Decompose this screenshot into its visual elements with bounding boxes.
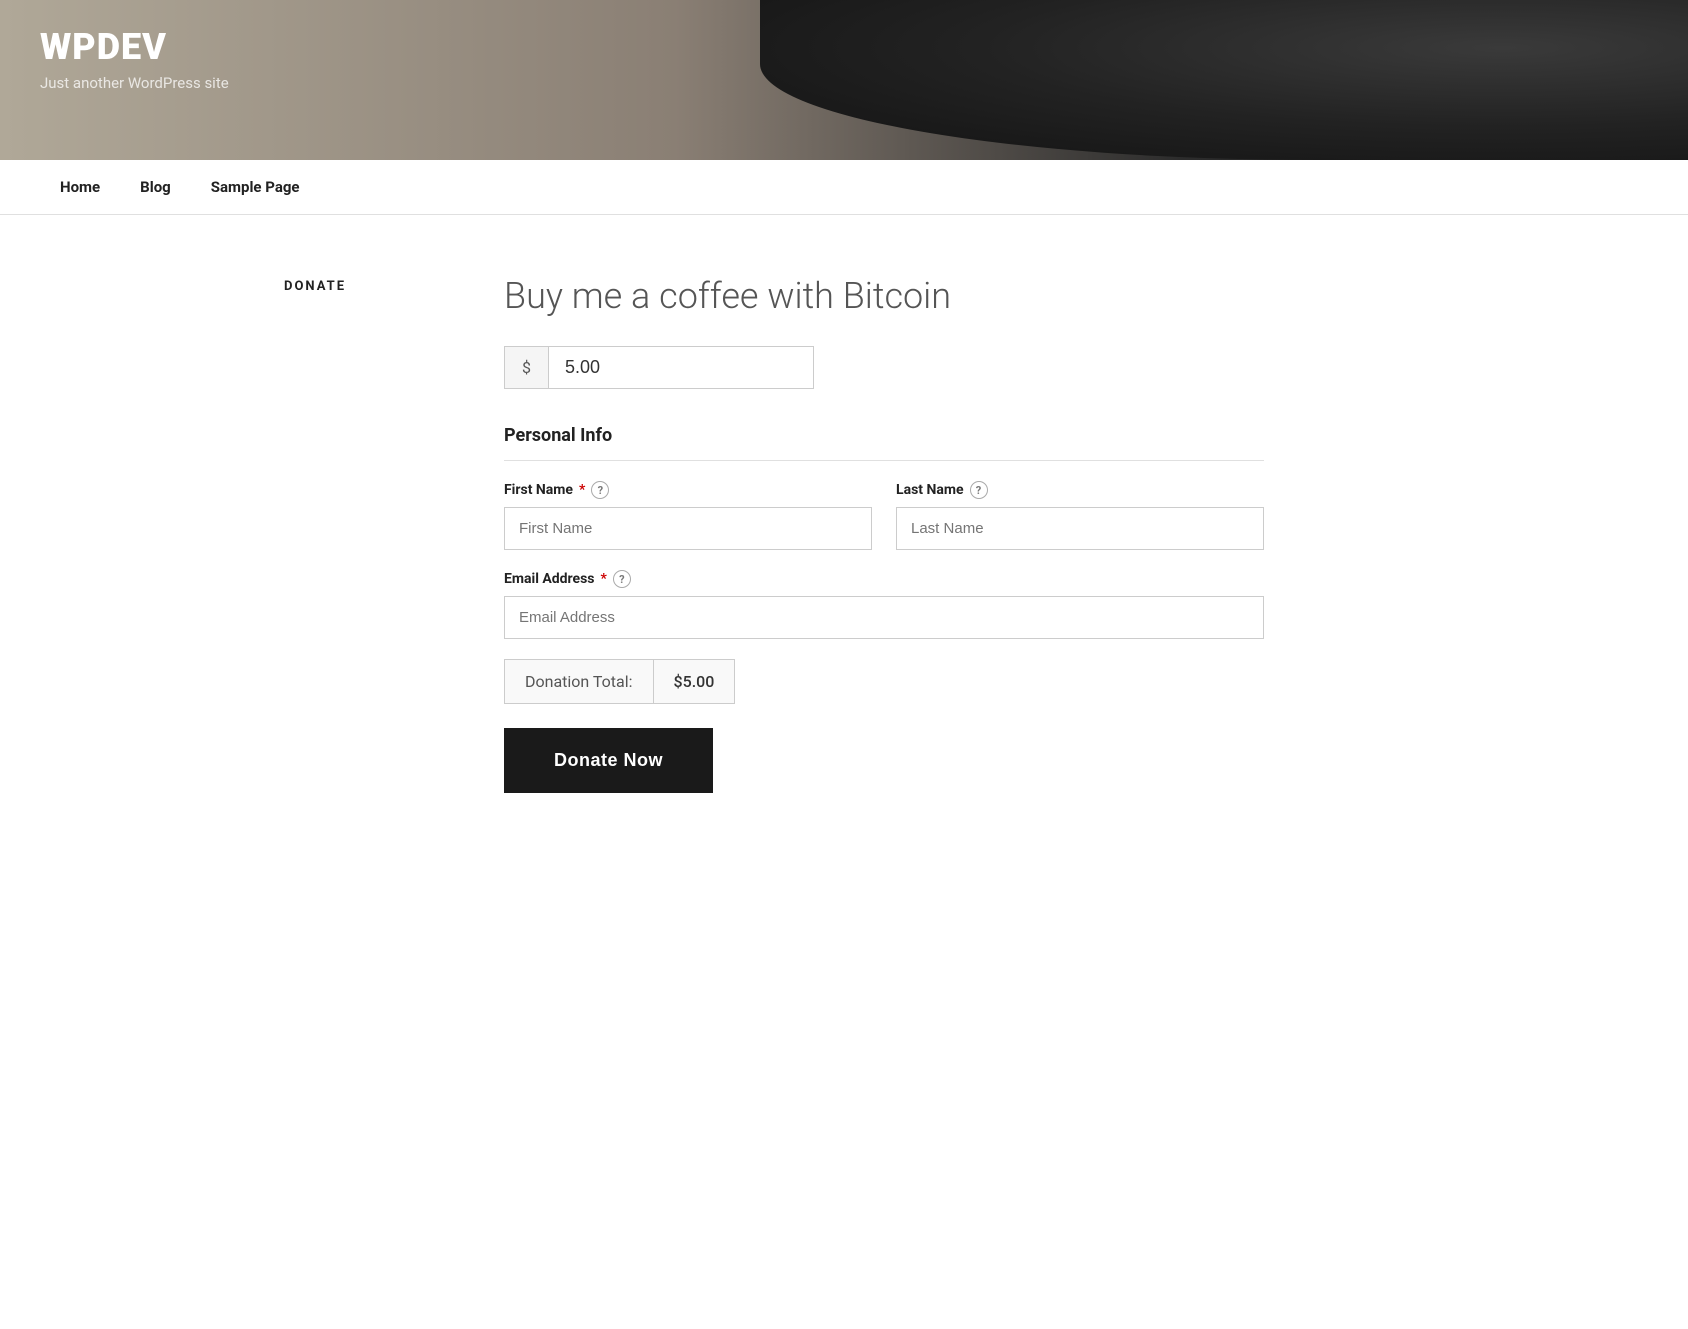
donate-now-label: Donate Now bbox=[554, 750, 663, 770]
email-row: Email Address * ? bbox=[504, 570, 1264, 639]
first-name-group: First Name * ? bbox=[504, 481, 872, 550]
page-content: DONATE Buy me a coffee with Bitcoin $ Pe… bbox=[244, 215, 1444, 873]
donate-title: Buy me a coffee with Bitcoin bbox=[504, 275, 1264, 318]
email-label-text: Email Address bbox=[504, 571, 595, 587]
amount-input[interactable] bbox=[548, 346, 814, 389]
nav-link-blog[interactable]: Blog bbox=[120, 160, 191, 214]
personal-info-heading: Personal Info bbox=[504, 425, 1264, 461]
nav-link-home[interactable]: Home bbox=[40, 160, 120, 214]
last-name-label-text: Last Name bbox=[896, 482, 964, 498]
donation-total-row: Donation Total: $5.00 bbox=[504, 659, 735, 704]
first-name-input[interactable] bbox=[504, 507, 872, 550]
name-row: First Name * ? Last Name ? bbox=[504, 481, 1264, 550]
donation-total-label: Donation Total: bbox=[504, 659, 653, 704]
currency-symbol: $ bbox=[504, 346, 548, 389]
site-title: WPDEV bbox=[40, 28, 229, 68]
donate-form-main: Buy me a coffee with Bitcoin $ Personal … bbox=[504, 275, 1264, 793]
sidebar: DONATE bbox=[284, 275, 424, 793]
last-name-group: Last Name ? bbox=[896, 481, 1264, 550]
sidebar-donate-label: DONATE bbox=[284, 275, 424, 294]
first-name-required-star: * bbox=[579, 482, 585, 498]
nav-list: Home Blog Sample Page bbox=[40, 160, 1648, 214]
site-branding: WPDEV Just another WordPress site bbox=[40, 28, 229, 92]
nav-link-sample-page[interactable]: Sample Page bbox=[191, 160, 320, 214]
donation-total-amount: $5.00 bbox=[653, 659, 736, 704]
last-name-label: Last Name ? bbox=[896, 481, 1264, 499]
email-help-icon[interactable]: ? bbox=[613, 570, 631, 588]
email-group: Email Address * ? bbox=[504, 570, 1264, 639]
email-label: Email Address * ? bbox=[504, 570, 1264, 588]
first-name-help-icon[interactable]: ? bbox=[591, 481, 609, 499]
site-tagline: Just another WordPress site bbox=[40, 74, 229, 92]
nav-item-home[interactable]: Home bbox=[40, 160, 120, 214]
first-name-label: First Name * ? bbox=[504, 481, 872, 499]
site-header: WPDEV Just another WordPress site bbox=[0, 0, 1688, 160]
donate-now-button[interactable]: Donate Now bbox=[504, 728, 713, 793]
nav-item-blog[interactable]: Blog bbox=[120, 160, 191, 214]
first-name-label-text: First Name bbox=[504, 482, 573, 498]
amount-row: $ bbox=[504, 346, 764, 389]
last-name-input[interactable] bbox=[896, 507, 1264, 550]
email-input[interactable] bbox=[504, 596, 1264, 639]
last-name-help-icon[interactable]: ? bbox=[970, 481, 988, 499]
site-nav: Home Blog Sample Page bbox=[0, 160, 1688, 215]
nav-item-sample-page[interactable]: Sample Page bbox=[191, 160, 320, 214]
email-required-star: * bbox=[601, 571, 607, 587]
